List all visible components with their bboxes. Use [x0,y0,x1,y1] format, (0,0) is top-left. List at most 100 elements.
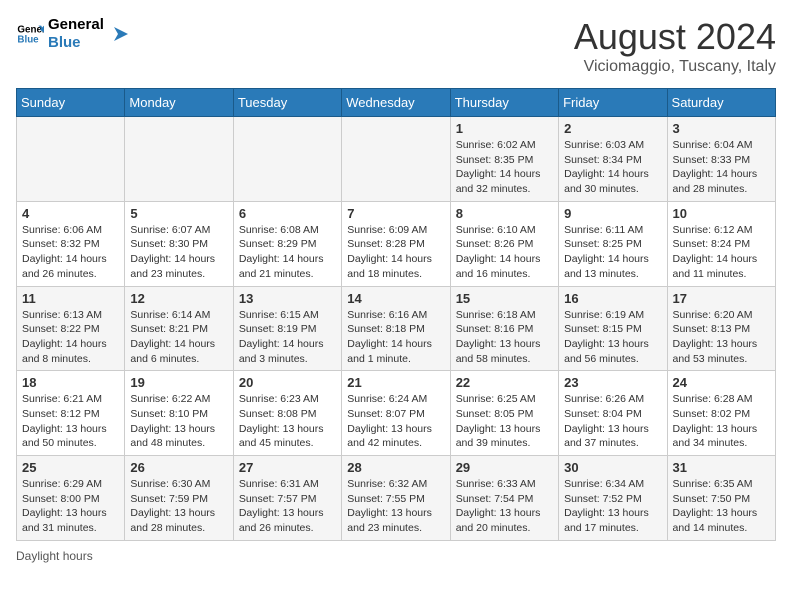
day-info: Sunrise: 6:14 AM Sunset: 8:21 PM Dayligh… [130,308,227,367]
day-number: 17 [673,291,770,306]
day-cell-22: 22 Sunrise: 6:25 AM Sunset: 8:05 PM Dayli… [450,371,558,456]
calendar-table: SundayMondayTuesdayWednesdayThursdayFrid… [16,88,776,541]
day-info: Sunrise: 6:04 AM Sunset: 8:33 PM Dayligh… [673,138,770,197]
empty-cell [342,117,450,202]
day-info: Sunrise: 6:20 AM Sunset: 8:13 PM Dayligh… [673,308,770,367]
day-number: 10 [673,206,770,221]
day-number: 9 [564,206,661,221]
day-cell-31: 31 Sunrise: 6:35 AM Sunset: 7:50 PM Dayli… [667,456,775,541]
day-cell-30: 30 Sunrise: 6:34 AM Sunset: 7:52 PM Dayli… [559,456,667,541]
day-cell-25: 25 Sunrise: 6:29 AM Sunset: 8:00 PM Dayli… [17,456,125,541]
day-info: Sunrise: 6:12 AM Sunset: 8:24 PM Dayligh… [673,223,770,282]
day-info: Sunrise: 6:34 AM Sunset: 7:52 PM Dayligh… [564,477,661,536]
header: General Blue General Blue August 2024 Vi… [16,16,776,76]
day-info: Sunrise: 6:15 AM Sunset: 8:19 PM Dayligh… [239,308,336,367]
day-info: Sunrise: 6:24 AM Sunset: 8:07 PM Dayligh… [347,392,444,451]
day-cell-6: 6 Sunrise: 6:08 AM Sunset: 8:29 PM Daylig… [233,201,341,286]
day-info: Sunrise: 6:19 AM Sunset: 8:15 PM Dayligh… [564,308,661,367]
day-number: 13 [239,291,336,306]
day-cell-1: 1 Sunrise: 6:02 AM Sunset: 8:35 PM Daylig… [450,117,558,202]
day-info: Sunrise: 6:09 AM Sunset: 8:28 PM Dayligh… [347,223,444,282]
day-info: Sunrise: 6:26 AM Sunset: 8:04 PM Dayligh… [564,392,661,451]
day-number: 12 [130,291,227,306]
day-number: 31 [673,460,770,475]
day-info: Sunrise: 6:03 AM Sunset: 8:34 PM Dayligh… [564,138,661,197]
calendar-title: August 2024 [574,16,776,58]
day-cell-13: 13 Sunrise: 6:15 AM Sunset: 8:19 PM Dayli… [233,286,341,371]
day-cell-15: 15 Sunrise: 6:18 AM Sunset: 8:16 PM Dayli… [450,286,558,371]
header-sunday: Sunday [17,89,125,117]
day-cell-2: 2 Sunrise: 6:03 AM Sunset: 8:34 PM Daylig… [559,117,667,202]
day-info: Sunrise: 6:08 AM Sunset: 8:29 PM Dayligh… [239,223,336,282]
day-number: 1 [456,121,553,136]
calendar-subtitle: Viciomaggio, Tuscany, Italy [574,58,776,76]
day-cell-18: 18 Sunrise: 6:21 AM Sunset: 8:12 PM Dayli… [17,371,125,456]
day-info: Sunrise: 6:22 AM Sunset: 8:10 PM Dayligh… [130,392,227,451]
day-cell-4: 4Sunrise: 6:06 AM Sunset: 8:32 PM Daylig… [17,201,125,286]
svg-text:Blue: Blue [17,34,39,45]
day-cell-3: 3Sunrise: 6:04 AM Sunset: 8:33 PM Daylig… [667,117,775,202]
logo-blue: Blue [48,34,104,52]
day-number: 28 [347,460,444,475]
day-cell-14: 14 Sunrise: 6:16 AM Sunset: 8:18 PM Dayli… [342,286,450,371]
day-cell-19: 19 Sunrise: 6:22 AM Sunset: 8:10 PM Dayli… [125,371,233,456]
day-number: 14 [347,291,444,306]
day-info: Sunrise: 6:18 AM Sunset: 8:16 PM Dayligh… [456,308,553,367]
day-number: 2 [564,121,661,136]
day-number: 20 [239,375,336,390]
day-info: Sunrise: 6:35 AM Sunset: 7:50 PM Dayligh… [673,477,770,536]
week-row-0: 1 Sunrise: 6:02 AM Sunset: 8:35 PM Daylig… [17,117,776,202]
empty-cell [17,117,125,202]
day-number: 30 [564,460,661,475]
day-info: Sunrise: 6:11 AM Sunset: 8:25 PM Dayligh… [564,223,661,282]
day-info: Sunrise: 6:21 AM Sunset: 8:12 PM Dayligh… [22,392,119,451]
day-info: Sunrise: 6:30 AM Sunset: 7:59 PM Dayligh… [130,477,227,536]
day-number: 25 [22,460,119,475]
day-number: 23 [564,375,661,390]
day-cell-24: 24Sunrise: 6:28 AM Sunset: 8:02 PM Dayli… [667,371,775,456]
day-number: 26 [130,460,227,475]
day-number: 7 [347,206,444,221]
day-info: Sunrise: 6:13 AM Sunset: 8:22 PM Dayligh… [22,308,119,367]
header-wednesday: Wednesday [342,89,450,117]
header-saturday: Saturday [667,89,775,117]
empty-cell [233,117,341,202]
day-cell-9: 9 Sunrise: 6:11 AM Sunset: 8:25 PM Daylig… [559,201,667,286]
day-cell-11: 11 Sunrise: 6:13 AM Sunset: 8:22 PM Dayli… [17,286,125,371]
day-cell-8: 8 Sunrise: 6:10 AM Sunset: 8:26 PM Daylig… [450,201,558,286]
day-info: Sunrise: 6:06 AM Sunset: 8:32 PM Dayligh… [22,223,119,282]
day-number: 15 [456,291,553,306]
title-area: August 2024 Viciomaggio, Tuscany, Italy [574,16,776,76]
day-cell-17: 17 Sunrise: 6:20 AM Sunset: 8:13 PM Dayli… [667,286,775,371]
day-number: 22 [456,375,553,390]
day-cell-20: 20 Sunrise: 6:23 AM Sunset: 8:08 PM Dayli… [233,371,341,456]
day-cell-28: 28Sunrise: 6:32 AM Sunset: 7:55 PM Dayli… [342,456,450,541]
days-header-row: SundayMondayTuesdayWednesdayThursdayFrid… [17,89,776,117]
week-row-1: 4Sunrise: 6:06 AM Sunset: 8:32 PM Daylig… [17,201,776,286]
header-tuesday: Tuesday [233,89,341,117]
day-info: Sunrise: 6:33 AM Sunset: 7:54 PM Dayligh… [456,477,553,536]
day-number: 11 [22,291,119,306]
day-info: Sunrise: 6:02 AM Sunset: 8:35 PM Dayligh… [456,138,553,197]
day-number: 19 [130,375,227,390]
week-row-3: 18 Sunrise: 6:21 AM Sunset: 8:12 PM Dayli… [17,371,776,456]
day-cell-27: 27Sunrise: 6:31 AM Sunset: 7:57 PM Dayli… [233,456,341,541]
day-info: Sunrise: 6:23 AM Sunset: 8:08 PM Dayligh… [239,392,336,451]
day-info: Sunrise: 6:16 AM Sunset: 8:18 PM Dayligh… [347,308,444,367]
day-cell-29: 29Sunrise: 6:33 AM Sunset: 7:54 PM Dayli… [450,456,558,541]
day-info: Sunrise: 6:25 AM Sunset: 8:05 PM Dayligh… [456,392,553,451]
day-number: 8 [456,206,553,221]
day-number: 21 [347,375,444,390]
footer: Daylight hours [16,549,776,563]
day-number: 24 [673,375,770,390]
day-number: 18 [22,375,119,390]
logo-icon: General Blue [16,20,44,48]
day-info: Sunrise: 6:07 AM Sunset: 8:30 PM Dayligh… [130,223,227,282]
day-number: 27 [239,460,336,475]
day-number: 6 [239,206,336,221]
week-row-4: 25 Sunrise: 6:29 AM Sunset: 8:00 PM Dayli… [17,456,776,541]
day-info: Sunrise: 6:29 AM Sunset: 8:00 PM Dayligh… [22,477,119,536]
day-cell-12: 12 Sunrise: 6:14 AM Sunset: 8:21 PM Dayli… [125,286,233,371]
day-info: Sunrise: 6:10 AM Sunset: 8:26 PM Dayligh… [456,223,553,282]
day-cell-10: 10 Sunrise: 6:12 AM Sunset: 8:24 PM Dayli… [667,201,775,286]
